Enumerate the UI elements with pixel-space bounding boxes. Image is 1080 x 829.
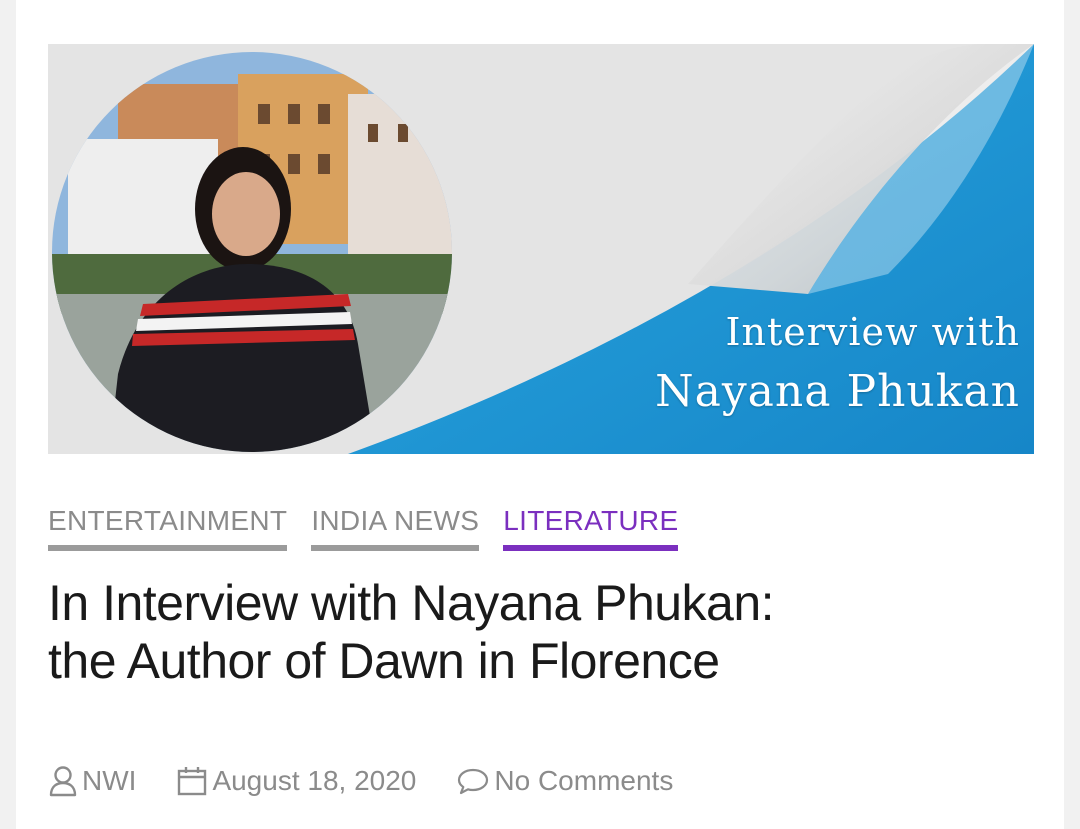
hero-caption-line1: Interview with	[725, 310, 1020, 354]
article-title[interactable]: In Interview with Nayana Phukan: the Aut…	[48, 574, 1008, 690]
category-entertainment[interactable]: ENTERTAINMENT	[48, 505, 288, 551]
comments-link[interactable]: No Comments	[494, 765, 673, 797]
article-title-line2: the Author of Dawn in Florence	[48, 633, 720, 689]
article-card: Interview with Nayana Phukan ENTERTAINME…	[16, 0, 1064, 829]
user-icon	[49, 766, 77, 797]
calendar-icon	[178, 767, 207, 796]
article-title-line1: In Interview with Nayana Phukan:	[48, 575, 775, 631]
hero-caption-line2: Nayana Phukan	[655, 366, 1020, 417]
category-india-news[interactable]: INDIA NEWS	[311, 505, 480, 551]
category-literature[interactable]: LITERATURE	[503, 505, 679, 551]
category-tags: ENTERTAINMENT INDIA NEWS LITERATURE	[48, 505, 679, 551]
post-date[interactable]: August 18, 2020	[212, 765, 416, 797]
featured-image[interactable]: Interview with Nayana Phukan	[48, 44, 1034, 454]
author-meta: NWI	[48, 765, 136, 797]
comment-icon	[458, 768, 489, 795]
date-meta: August 18, 2020	[176, 765, 416, 797]
author-link[interactable]: NWI	[82, 765, 136, 797]
comments-meta: No Comments	[456, 765, 673, 797]
post-meta: NWI August 18, 2020 No Comments	[48, 760, 713, 802]
